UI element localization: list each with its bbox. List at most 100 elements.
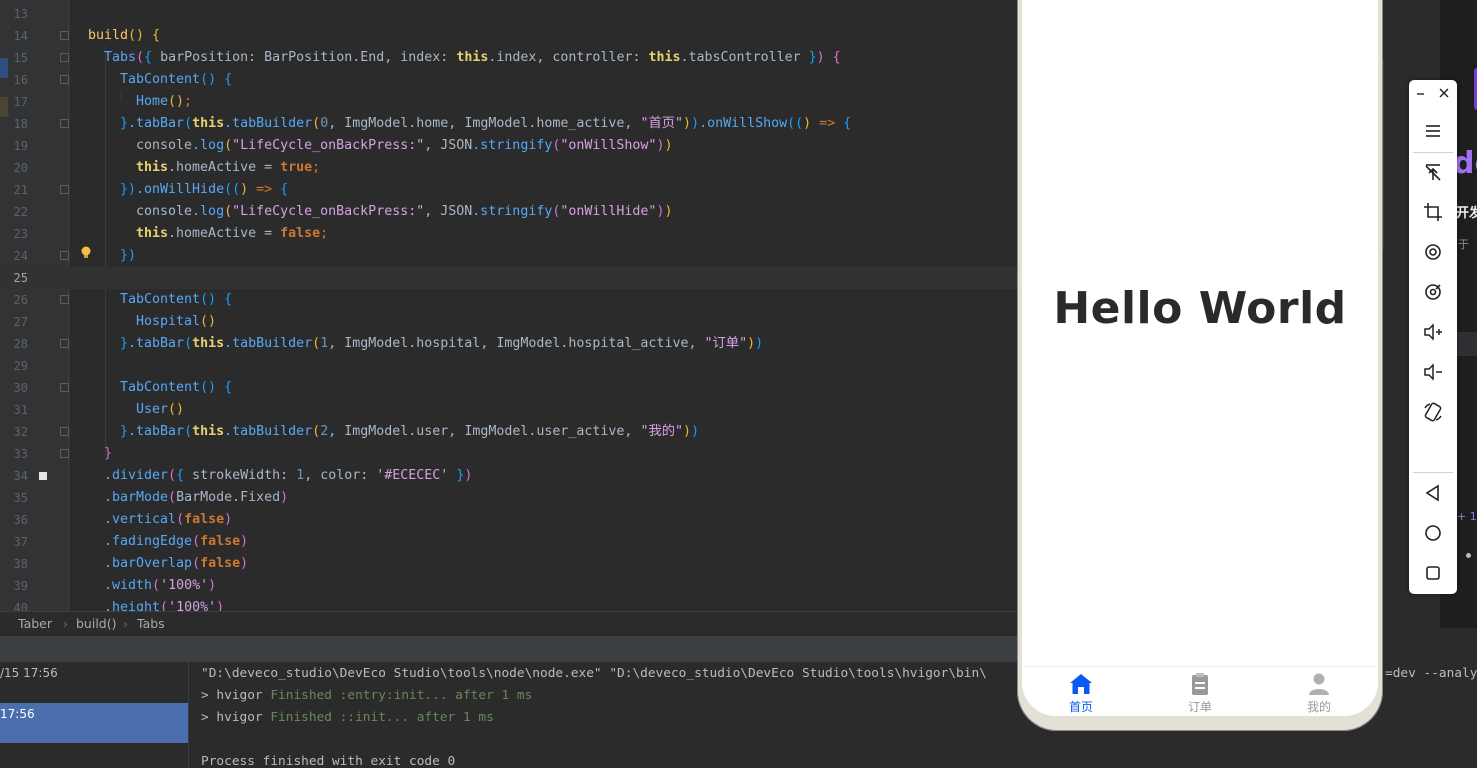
code-line: 34 .divider({ strokeWidth: 1, color: '#E… [0, 465, 1020, 487]
code-text: User() [136, 402, 185, 417]
code-editor[interactable]: 13 14 build() { 15 Tabs({ barPosition: B… [0, 0, 1020, 611]
token: ImgModel.user [344, 424, 449, 439]
panel-text-fragment: 于 [1458, 238, 1469, 251]
fold-icon[interactable] [60, 119, 69, 128]
run-history-item[interactable]: 17:56 [0, 703, 188, 743]
token: build [88, 28, 129, 43]
fold-icon[interactable] [60, 31, 69, 40]
token: .onWillShow [699, 116, 788, 131]
code-line: 28 }.tabBar(this.tabBuilder(1, ImgModel.… [0, 333, 1020, 355]
code-text: .height('100%') [104, 597, 224, 611]
token: BarPosition.End [264, 50, 385, 65]
token: controller [552, 50, 633, 65]
menu-icon[interactable] [1421, 119, 1445, 143]
screenshot-icon[interactable] [1421, 280, 1445, 304]
token: '100%' [160, 578, 209, 593]
token: .onWillHide [136, 182, 225, 197]
fold-icon[interactable] [60, 427, 69, 436]
token: barPosition [160, 50, 249, 65]
tab-mine[interactable]: 我的 [1260, 667, 1378, 716]
tab-label: 我的 [1306, 700, 1331, 714]
crop-icon[interactable] [1421, 200, 1445, 224]
rotate-device-icon[interactable] [1421, 400, 1445, 424]
code-line: 18 }.tabBar(this.tabBuilder(0, ImgModel.… [0, 113, 1020, 135]
current-code-line: 25 [0, 267, 1020, 289]
line-number: 17 [13, 95, 28, 109]
code-text: TabContent() { [120, 72, 233, 87]
token: TabContent [120, 292, 201, 307]
volume-up-icon[interactable] [1421, 320, 1445, 344]
lightbulb-icon[interactable] [80, 246, 92, 260]
token: BarMode.Fixed [176, 490, 281, 505]
code-line: 38 .barOverlap(false) [0, 553, 1020, 575]
console-prefix: > hvigor [201, 688, 271, 703]
code-text: }).onWillHide(() => { [120, 182, 289, 197]
minimize-icon[interactable] [1414, 86, 1428, 100]
token: this [136, 226, 169, 241]
fold-icon[interactable] [60, 53, 69, 62]
token: 1 [296, 468, 305, 483]
code-text: .barOverlap(false) [104, 556, 249, 571]
tab-orders[interactable]: 订单 [1141, 667, 1259, 716]
code-line: 33 } [0, 443, 1020, 465]
token: .fadingEdge [104, 534, 193, 549]
token: false [200, 556, 241, 571]
token: .tabBuilder [224, 424, 313, 439]
breadcrumb-item-tabs[interactable]: Tabs [137, 616, 165, 631]
token: "onWillShow" [560, 138, 657, 153]
console-line: > hvigor Finished ::init... after 1 ms [201, 707, 494, 729]
token: this [136, 160, 169, 175]
line-number: 27 [13, 315, 28, 329]
token: User [136, 402, 169, 417]
fold-icon[interactable] [60, 339, 69, 348]
token: ImgModel.hospital_active [496, 336, 689, 351]
code-text: TabContent() { [120, 380, 233, 395]
home-button-icon[interactable] [1421, 521, 1445, 545]
breadcrumb-item-file[interactable]: Taber [18, 616, 52, 631]
run-history-item[interactable]: /15 17:56 [0, 662, 188, 702]
bookmark-icon[interactable] [39, 472, 47, 480]
token: "订单" [704, 336, 748, 351]
line-number: 33 [13, 447, 28, 461]
code-line: 14 build() { [0, 25, 1020, 47]
token: true [280, 160, 313, 175]
token: .tabBar [128, 424, 185, 439]
fold-icon[interactable] [60, 295, 69, 304]
fold-icon[interactable] [60, 251, 69, 260]
fold-icon[interactable] [60, 75, 69, 84]
fold-icon[interactable] [60, 185, 69, 194]
console-prefix: > hvigor [201, 710, 271, 725]
code-text: }.tabBar(this.tabBuilder(0, ImgModel.hom… [120, 116, 852, 131]
breadcrumb-item-build[interactable]: build() [76, 616, 117, 631]
token: TabContent [120, 380, 201, 395]
home-icon [1070, 674, 1092, 694]
panel-link-fragment[interactable]: + 1 [1457, 510, 1477, 523]
line-number: 24 [13, 249, 28, 263]
line-number: 19 [13, 139, 28, 153]
recent-apps-icon[interactable] [1421, 561, 1445, 585]
run-item-label: 17:56 [0, 707, 35, 721]
phone-screen[interactable]: Hello World 首页 订单 我的 [1022, 0, 1378, 716]
token: .tabBar [128, 336, 185, 351]
code-line: 36 .vertical(false) [0, 509, 1020, 531]
pagination-dot[interactable] [1466, 553, 1471, 558]
toolbar-separator [1413, 472, 1453, 473]
code-text: .fadingEdge(false) [104, 534, 249, 549]
back-icon[interactable] [1421, 481, 1445, 505]
token: ImgModel.hospital [344, 336, 481, 351]
fold-icon[interactable] [60, 383, 69, 392]
tab-label: 订单 [1187, 700, 1212, 714]
token: .homeActive [168, 160, 257, 175]
token: color [320, 468, 361, 483]
fold-icon[interactable] [60, 449, 69, 458]
token: .stringify [472, 204, 553, 219]
panel-divider[interactable] [0, 636, 1020, 662]
close-icon[interactable] [1437, 86, 1451, 100]
code-line: 29 [0, 355, 1020, 377]
rotate-icon[interactable] [1421, 240, 1445, 264]
token: false [280, 226, 321, 241]
volume-down-icon[interactable] [1421, 360, 1445, 384]
tab-home[interactable]: 首页 [1022, 667, 1140, 716]
line-number: 29 [13, 359, 28, 373]
pin-top-icon[interactable] [1421, 160, 1445, 184]
